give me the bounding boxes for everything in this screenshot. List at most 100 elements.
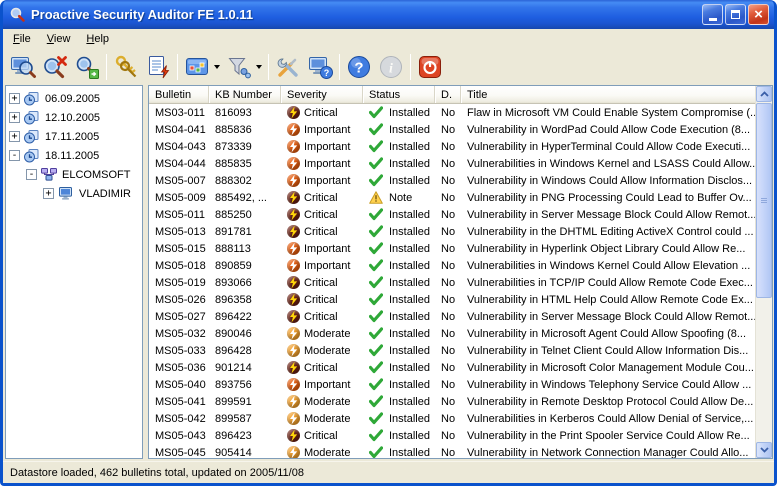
table-row[interactable]: MS05-013 891781 Critical Installed No Vu…	[149, 223, 755, 240]
toolbar-separator	[106, 54, 107, 80]
table-row[interactable]: MS05-009 885492, ... Critical Note No Vu…	[149, 189, 755, 206]
table-row[interactable]: MS05-015 888113 Important Installed No V…	[149, 240, 755, 257]
tree: + 06.09.2005 +	[5, 85, 143, 459]
column-header-bulletin[interactable]: Bulletin	[149, 86, 209, 103]
column-header-severity[interactable]: Severity	[281, 86, 363, 103]
tree-expander[interactable]: +	[43, 188, 54, 199]
cell-title: Vulnerability in PNG Processing Could Le…	[461, 192, 755, 204]
new-audit-button[interactable]	[7, 52, 39, 82]
tree-item[interactable]: + VLADIMIR	[6, 184, 142, 203]
table-row[interactable]: MS05-036 901214 Critical Installed No Vu…	[149, 359, 755, 376]
delete-audit-button[interactable]	[39, 52, 71, 82]
table-header: Bulletin KB Number Severity Status D. Ti…	[149, 86, 755, 104]
menu-item-view[interactable]: View	[39, 31, 79, 48]
table-row[interactable]: MS05-043 896423 Critical Installed No Vu…	[149, 427, 755, 444]
remote-support-button[interactable]: ?	[304, 52, 336, 82]
column-header-kb-number[interactable]: KB Number	[209, 86, 281, 103]
cell-d: No	[435, 430, 461, 442]
cell-d: No	[435, 447, 461, 459]
cell-severity: Critical	[304, 107, 338, 119]
report-button[interactable]	[142, 52, 174, 82]
tree-expander[interactable]: +	[9, 93, 20, 104]
table-row[interactable]: MS05-041 899591 Moderate Installed No Vu…	[149, 393, 755, 410]
dropdown-caret-icon	[214, 65, 220, 69]
computer-icon	[58, 187, 75, 200]
table-row[interactable]: MS05-042 899587 Moderate Installed No Vu…	[149, 410, 755, 427]
table-row[interactable]: MS04-043 873339 Important Installed No V…	[149, 138, 755, 155]
close-button[interactable]: ×	[748, 4, 769, 25]
cell-status: Installed	[389, 158, 430, 170]
cell-severity: Important	[304, 124, 350, 136]
table-row[interactable]: MS05-032 890046 Moderate Installed No Vu…	[149, 325, 755, 342]
table-row[interactable]: MS05-026 896358 Critical Installed No Vu…	[149, 291, 755, 308]
table-row[interactable]: MS05-011 885250 Critical Installed No Vu…	[149, 206, 755, 223]
app-logo-icon[interactable]	[9, 6, 26, 23]
tree-item-label: 17.11.2005	[45, 131, 99, 143]
exit-button[interactable]	[414, 52, 446, 82]
tree-item[interactable]: + 17.11.2005	[6, 127, 142, 146]
maximize-button[interactable]	[725, 4, 746, 25]
tree-item-label: ELCOMSOFT	[62, 169, 130, 181]
tree-expander[interactable]: +	[9, 112, 20, 123]
tree-item-label: 06.09.2005	[45, 93, 100, 105]
cell-title: Vulnerability in HTML Help Could Allow R…	[461, 294, 755, 306]
table-row[interactable]: MS05-018 890859 Important Installed No V…	[149, 257, 755, 274]
tree-item[interactable]: - 18.11.2005	[6, 146, 142, 165]
table-row[interactable]: MS05-040 893756 Important Installed No V…	[149, 376, 755, 393]
dropdown-caret-icon	[256, 65, 262, 69]
cell-severity: Critical	[304, 226, 338, 238]
table-row[interactable]: MS05-007 888302 Important Installed No V…	[149, 172, 755, 189]
column-header-title[interactable]: Title	[461, 86, 755, 103]
cell-bulletin: MS05-027	[149, 311, 209, 323]
tree-expander[interactable]: -	[9, 150, 20, 161]
cell-d: No	[435, 226, 461, 238]
svg-text:i: i	[389, 62, 393, 77]
cell-status: Installed	[389, 379, 430, 391]
cell-bulletin: MS05-042	[149, 413, 209, 425]
table-row[interactable]: MS05-045 905414 Moderate Installed No Vu…	[149, 444, 755, 458]
view-datastore-button[interactable]	[181, 52, 223, 82]
column-header-d[interactable]: D.	[435, 86, 461, 103]
scrollbar-track[interactable]	[756, 299, 772, 442]
tools-icon	[275, 54, 301, 80]
table-row[interactable]: MS04-041 885836 Important Installed No V…	[149, 121, 755, 138]
filter-button[interactable]	[223, 52, 265, 82]
tree-expander[interactable]: -	[26, 169, 37, 180]
minimize-button[interactable]	[702, 4, 723, 25]
credentials-button[interactable]	[110, 52, 142, 82]
scrollbar-thumb[interactable]	[756, 103, 772, 298]
tree-item[interactable]: + 06.09.2005	[6, 89, 142, 108]
cell-kb-number: 888302	[209, 175, 281, 187]
table-row[interactable]: MS03-011 816093 Critical Installed No Fl…	[149, 104, 755, 121]
cell-bulletin: MS05-013	[149, 226, 209, 238]
menu-item-file[interactable]: File	[5, 31, 39, 48]
table-row[interactable]: MS05-019 893066 Critical Installed No Vu…	[149, 274, 755, 291]
cell-status: Installed	[389, 226, 430, 238]
table-row[interactable]: MS05-027 896422 Critical Installed No Vu…	[149, 308, 755, 325]
about-button[interactable]: i	[375, 52, 407, 82]
cell-kb-number: 899591	[209, 396, 281, 408]
title-bar[interactable]: Proactive Security Auditor FE 1.0.11 ×	[3, 0, 774, 29]
cell-status: Installed	[389, 396, 430, 408]
cell-title: Vulnerability in Server Message Block Co…	[461, 209, 755, 221]
cell-bulletin: MS05-040	[149, 379, 209, 391]
installed-check-icon	[369, 140, 383, 153]
table-row[interactable]: MS05-033 896428 Moderate Installed No Vu…	[149, 342, 755, 359]
cell-title: Vulnerabilities in Windows Kernel Could …	[461, 260, 755, 272]
help-button[interactable]: ?	[343, 52, 375, 82]
settings-button[interactable]	[272, 52, 304, 82]
tree-item[interactable]: - ELCOMSOFT	[6, 165, 142, 184]
cell-bulletin: MS05-043	[149, 430, 209, 442]
table-row[interactable]: MS04-044 885835 Important Installed No V…	[149, 155, 755, 172]
scroll-down-button[interactable]	[756, 442, 772, 458]
datastore-panel-icon	[184, 54, 210, 80]
tree-expander[interactable]: +	[9, 131, 20, 142]
severity-icon	[287, 395, 300, 408]
scroll-up-button[interactable]	[756, 86, 772, 102]
tree-item-label: 12.10.2005	[45, 112, 100, 124]
column-header-status[interactable]: Status	[363, 86, 435, 103]
tree-item[interactable]: + 12.10.2005	[6, 108, 142, 127]
cell-severity: Moderate	[304, 396, 350, 408]
menu-item-help[interactable]: Help	[78, 31, 117, 48]
export-audit-button[interactable]	[71, 52, 103, 82]
